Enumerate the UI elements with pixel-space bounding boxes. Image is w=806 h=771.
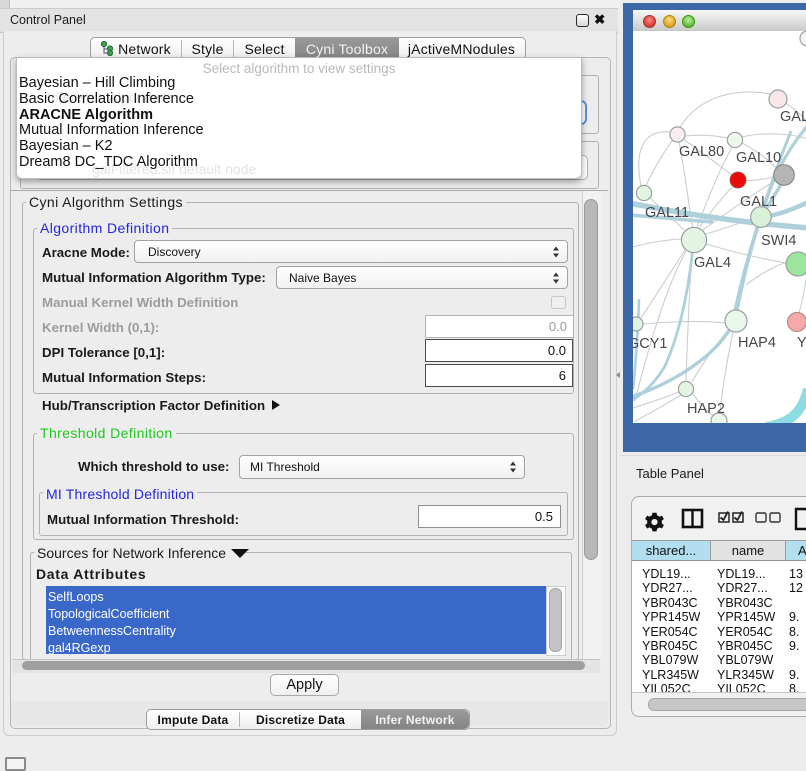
svg-text:GCY1: GCY1 bbox=[633, 336, 668, 352]
svg-text:GAL80: GAL80 bbox=[679, 144, 724, 160]
svg-text:GAL10: GAL10 bbox=[736, 150, 781, 166]
svg-text:GAL11: GAL11 bbox=[645, 205, 689, 221]
svg-text:HAP2: HAP2 bbox=[687, 401, 725, 417]
svg-text:YJ: YJ bbox=[797, 335, 806, 351]
svg-text:GAL7: GAL7 bbox=[780, 109, 806, 125]
svg-text:HAP4: HAP4 bbox=[738, 335, 776, 351]
svg-text:SWI4: SWI4 bbox=[761, 233, 796, 249]
svg-text:GAL4: GAL4 bbox=[694, 255, 731, 271]
svg-text:GAL1: GAL1 bbox=[740, 194, 777, 210]
